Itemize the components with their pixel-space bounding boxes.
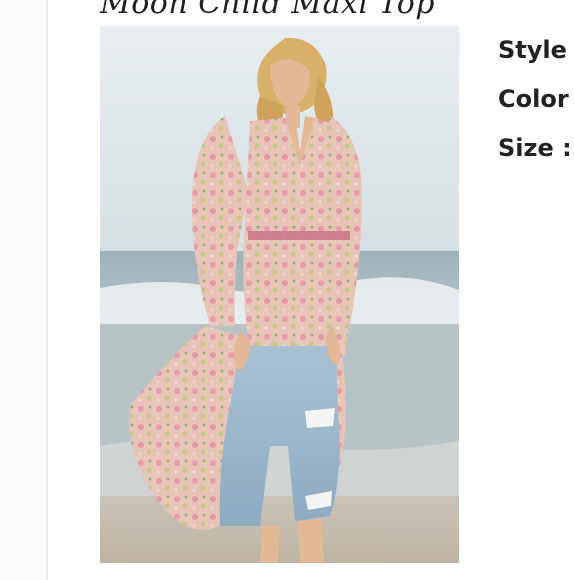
color-label: Color bbox=[498, 85, 569, 113]
style-label: Style bbox=[498, 36, 567, 64]
product-photo-illustration bbox=[100, 26, 459, 563]
product-details: Style Color Size : bbox=[498, 30, 574, 177]
left-margin bbox=[0, 0, 46, 580]
product-title: Moon Child Maxi Top bbox=[100, 0, 436, 21]
product-image[interactable] bbox=[100, 26, 459, 563]
size-label: Size : bbox=[498, 134, 572, 162]
